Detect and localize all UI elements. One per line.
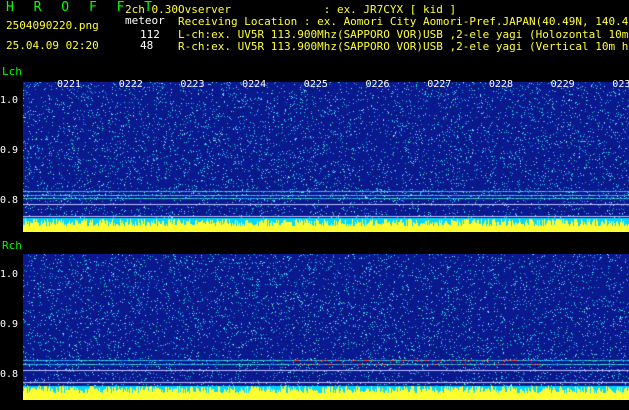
time-tick-0229: 0229 [550,79,575,90]
rch-tick-0-8: 0.8 [0,369,19,380]
time-tick-0225: 0225 [303,79,328,90]
time-tick-0222: 0222 [118,79,143,90]
time-tick-0224: 0224 [242,79,267,90]
meteor-count-r: 48 [140,39,154,52]
time-tick-0226: 0226 [365,79,390,90]
lch-label: Lch [2,65,22,78]
time-tick-0230: 0230 [612,79,629,90]
time-tick-0223: 0223 [180,79,205,90]
rch-label: Rch [2,239,22,252]
lch-spectrogram [23,82,629,232]
time-tick-0228: 0228 [488,79,513,90]
rch-spectrogram [23,254,629,400]
datetime-label: 25.04.09 02:20 [6,39,99,52]
rch-info-line: R-ch:ex. UV5R 113.900Mhz(SAPPORO VOR)USB… [178,40,629,53]
rch-tick-0-9: 0.9 [0,319,19,330]
rch-tick-1-0: 1.0 [0,269,19,280]
location-line: Receiving Location : ex. Aomori City Aom… [178,15,629,28]
lch-tick-0-9: 0.9 [0,145,19,156]
lch-tick-1-0: 1.0 [0,95,19,106]
meteor-label: meteor [125,14,165,27]
hroft-screen: H R O F F T 2504090220.png 25.04.09 02:2… [0,0,629,410]
time-tick-0221: 0221 [57,79,82,90]
lch-tick-0-8: 0.8 [0,195,19,206]
time-tick-0227: 0227 [427,79,452,90]
filename-label: 2504090220.png [6,19,99,32]
